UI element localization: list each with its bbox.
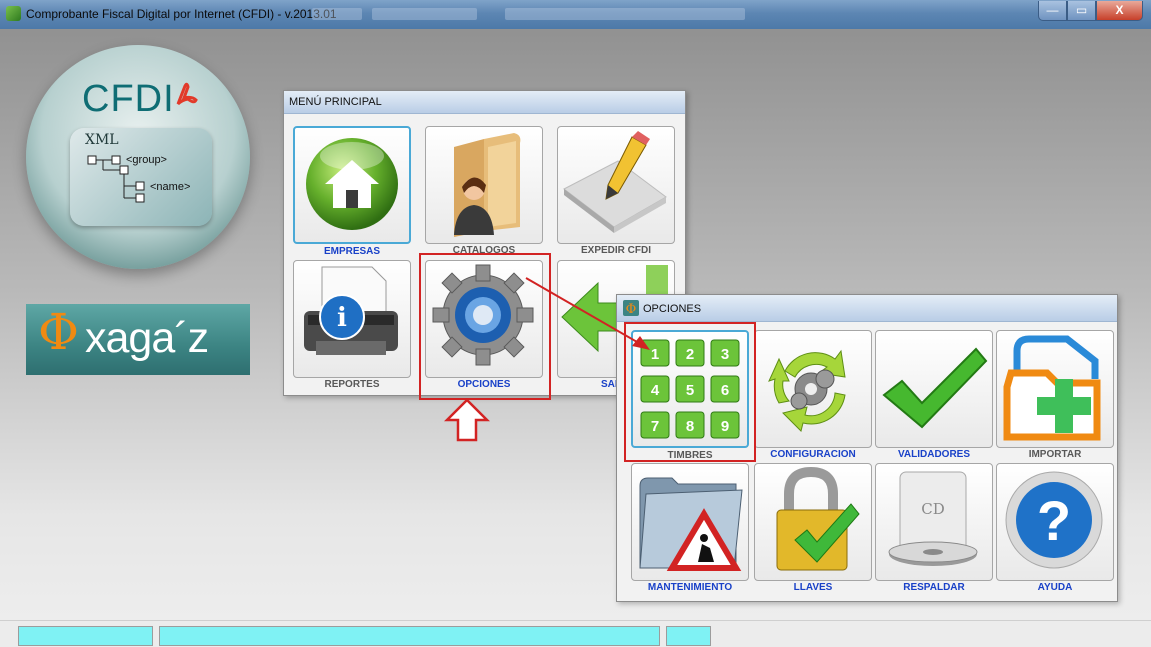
tile-label: VALIDADORES — [897, 449, 971, 460]
title-ghost — [372, 8, 477, 20]
tile-label: EMPRESAS — [323, 246, 381, 257]
xml-group-label: <group> — [126, 154, 167, 166]
tile-label: IMPORTAR — [1028, 449, 1082, 460]
tile-reportes[interactable]: i REPORTES — [293, 260, 411, 390]
window-title: Comprobante Fiscal Digital por Internet … — [26, 7, 337, 21]
cd-drive-icon: CD — [888, 471, 978, 566]
padlock-icon — [776, 466, 860, 571]
svg-text:?: ? — [1037, 489, 1071, 552]
pointer-arrow-icon — [525, 277, 650, 350]
import-plus-icon — [1003, 335, 1101, 441]
tile-respaldar[interactable]: CD RESPALDAR — [875, 463, 993, 593]
tile-importar[interactable]: IMPORTAR — [996, 330, 1114, 460]
pencil-document-icon — [563, 131, 667, 233]
status-panel-2 — [159, 626, 660, 646]
title-ghost — [312, 8, 362, 20]
tile-label: EXPEDIR CFDI — [580, 245, 651, 256]
app-icon — [6, 6, 21, 21]
window-controls: — ▭ X — [1038, 1, 1143, 21]
xml-name-label: <name> — [150, 181, 191, 193]
minimize-button[interactable]: — — [1038, 1, 1067, 21]
tile-label: LLAVES — [793, 582, 833, 593]
tile-mantenimiento[interactable]: MANTENIMIENTO — [631, 463, 749, 593]
maintenance-folder-icon — [639, 477, 743, 571]
home-icon — [306, 138, 398, 230]
checkmark-icon — [882, 347, 988, 429]
main-menu-title: MENÚ PRINCIPAL — [289, 96, 382, 108]
tile-label: REPORTES — [324, 379, 380, 390]
up-arrow-icon — [444, 398, 490, 442]
cd-label: CD — [921, 500, 945, 518]
folder-person-icon — [454, 133, 521, 237]
svg-text:i: i — [337, 303, 347, 333]
tile-label: CONFIGURACION — [770, 449, 856, 460]
close-button[interactable]: X — [1096, 1, 1143, 21]
maximize-button[interactable]: ▭ — [1067, 1, 1096, 21]
status-panel-1 — [18, 626, 153, 646]
tile-llaves[interactable]: LLAVES — [754, 463, 872, 593]
tile-label: RESPALDAR — [903, 582, 965, 593]
xml-label: XML — [85, 132, 119, 148]
tile-empresas[interactable]: EMPRESAS — [293, 126, 411, 257]
main-menu-title-bar: MENÚ PRINCIPAL — [284, 91, 685, 114]
tile-catalogos[interactable]: CATALOGOS — [425, 126, 543, 256]
options-title-bar: Φ OPCIONES — [617, 295, 1117, 322]
tile-label: AYUDA — [1037, 582, 1073, 593]
tile-expedir-cfdi[interactable]: EXPEDIR CFDI — [557, 126, 675, 256]
tile-ayuda[interactable]: ? AYUDA — [996, 463, 1114, 593]
tile-label: MANTENIMIENTO — [647, 582, 733, 593]
brand-symbol: Φ — [38, 303, 79, 361]
cfdi-logo-text: CFDI — [82, 78, 175, 120]
title-bar: Comprobante Fiscal Digital por Internet … — [0, 0, 1151, 29]
pdf-icon — [176, 82, 198, 106]
status-panel-3 — [666, 626, 711, 646]
title-ghost — [505, 8, 745, 20]
help-icon: ? — [1005, 471, 1103, 569]
brand-name: xaga´z — [85, 314, 209, 362]
gears-recycle-icon — [768, 349, 846, 432]
tile-validadores[interactable]: VALIDADORES — [875, 330, 993, 460]
tile-configuracion[interactable]: CONFIGURACION — [754, 330, 872, 460]
printer-info-icon: i — [304, 266, 398, 355]
